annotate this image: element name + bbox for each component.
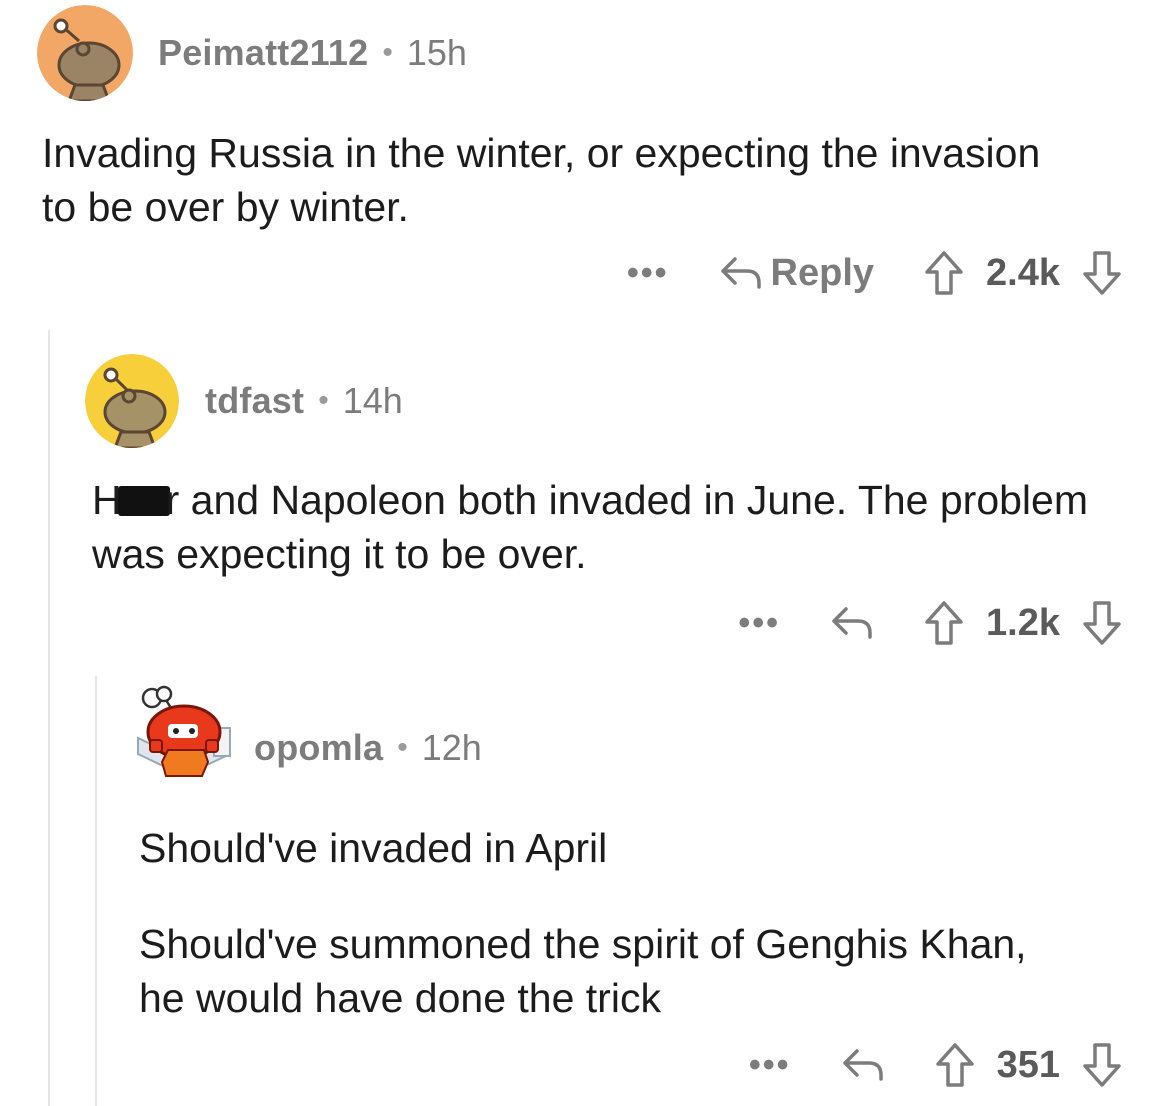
meta-separator: •	[397, 731, 408, 764]
reply-icon	[842, 1049, 883, 1081]
reply-button[interactable]	[841, 1047, 885, 1083]
avatar[interactable]	[85, 354, 179, 448]
downvote-icon[interactable]	[1082, 1042, 1122, 1088]
vote-score: 351	[996, 1043, 1060, 1086]
reply-icon	[720, 257, 761, 289]
snoo-avatar-icon	[37, 5, 133, 101]
more-options-button[interactable]: •••	[738, 604, 780, 643]
avatar[interactable]	[37, 5, 133, 101]
thread-line-level-1[interactable]	[48, 330, 50, 1106]
comment-meta: Peimatt2112 • 15h	[158, 32, 467, 74]
vote-controls: 2.4k	[924, 250, 1122, 296]
comment-body: Should've invaded in April Should've sum…	[139, 821, 1039, 1025]
comment-meta: opomla • 12h	[254, 727, 482, 769]
comment-paragraph: Invading Russia in the winter, or expect…	[42, 130, 1041, 230]
comment-actions: ••• 351	[749, 1042, 1122, 1088]
snoo-avatar-icon	[85, 354, 179, 448]
upvote-icon[interactable]	[935, 1042, 975, 1088]
comment-paragraph: Should've invaded in April	[139, 825, 608, 871]
username[interactable]: tdfast	[205, 380, 304, 422]
downvote-icon[interactable]	[1082, 600, 1122, 646]
meta-separator: •	[382, 36, 393, 69]
username[interactable]: opomla	[254, 727, 383, 769]
comment-actions: ••• 1.2k	[738, 600, 1122, 646]
upvote-icon[interactable]	[924, 600, 964, 646]
comment-actions: ••• Reply 2.4k	[627, 250, 1122, 296]
comment-body: Hr and Napoleon both invaded in June. Th…	[92, 473, 1092, 581]
reply-button[interactable]: Reply	[719, 252, 874, 295]
vote-controls: 351	[935, 1042, 1122, 1088]
thread-line-level-2[interactable]	[95, 676, 97, 1106]
text-after-redaction: r and Napoleon both invaded in June. The…	[92, 477, 1088, 577]
vote-controls: 1.2k	[924, 600, 1122, 646]
redaction-mark	[117, 486, 170, 516]
timestamp: 12h	[421, 727, 482, 768]
reply-button[interactable]	[830, 605, 874, 641]
vote-score: 2.4k	[986, 251, 1060, 294]
timestamp: 14h	[342, 380, 403, 421]
avatar[interactable]	[132, 684, 236, 796]
comment-paragraph: Hr and Napoleon both invaded in June. Th…	[92, 473, 1092, 581]
snoo-avatar-icon	[137, 685, 231, 778]
more-options-button[interactable]: •••	[749, 1046, 791, 1085]
username[interactable]: Peimatt2112	[158, 32, 368, 74]
reply-icon	[832, 607, 872, 639]
upvote-icon[interactable]	[924, 250, 964, 296]
comment-paragraph: Should've summoned the spirit of Genghis…	[139, 921, 1027, 1021]
more-options-button[interactable]: •••	[627, 254, 669, 293]
vote-score: 1.2k	[986, 601, 1060, 644]
comment-meta: tdfast • 14h	[205, 380, 403, 422]
meta-separator: •	[318, 384, 329, 417]
reply-label: Reply	[770, 251, 875, 294]
comment-body: Invading Russia in the winter, or expect…	[42, 126, 1042, 234]
timestamp: 15h	[406, 32, 467, 73]
downvote-icon[interactable]	[1082, 250, 1122, 296]
